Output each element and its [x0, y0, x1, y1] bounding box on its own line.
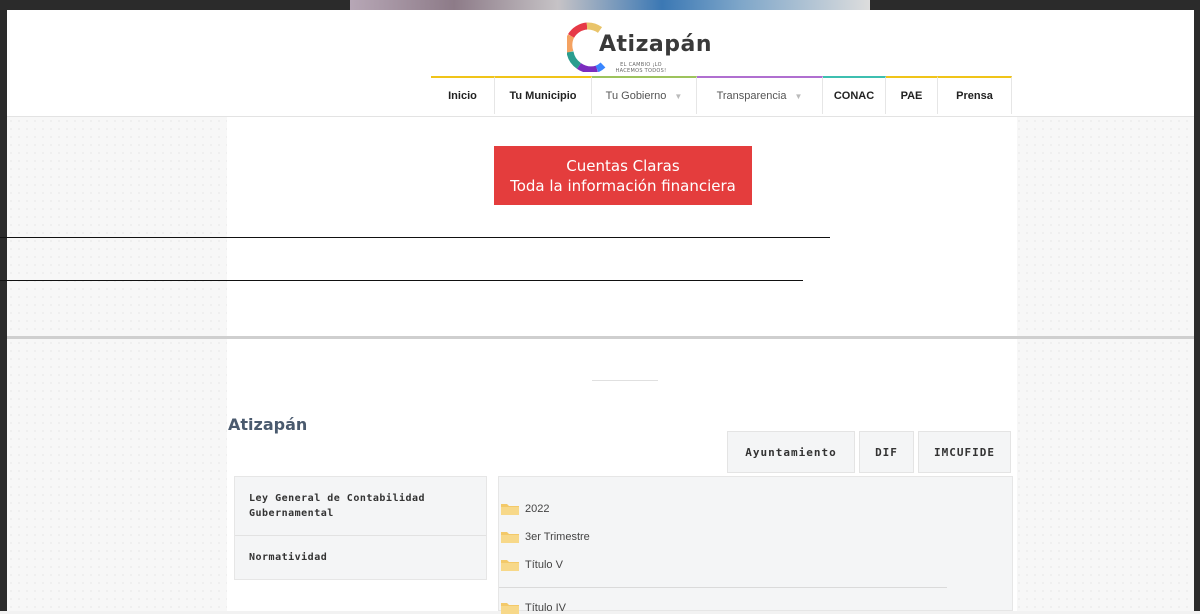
nav-item-inicio[interactable]: Inicio [431, 76, 495, 114]
tree-item-titulo-v[interactable]: Título V [501, 558, 563, 571]
nav-item-prensa[interactable]: Prensa [938, 76, 1012, 114]
entity-tabs: Ayuntamiento DIF IMCUFIDE [727, 431, 1011, 473]
folder-icon [501, 560, 519, 571]
window-frame-left [0, 10, 7, 611]
chevron-down-icon: ▼ [674, 91, 683, 101]
side-item-ley-general[interactable]: Ley General de Contabilidad Gubernamenta… [235, 477, 486, 536]
nav-label: Transparencia [716, 90, 787, 102]
tab-dif[interactable]: DIF [859, 431, 914, 473]
logo-wordmark: Atizapán [599, 32, 712, 57]
nav-item-pae[interactable]: PAE [886, 76, 938, 114]
nav-label: Tu Municipio [509, 90, 577, 102]
tree-item-titulo-iv[interactable]: Título IV [501, 601, 566, 614]
cta-title: Cuentas Claras [566, 156, 680, 175]
tab-ayuntamiento[interactable]: Ayuntamiento [727, 431, 855, 473]
nav-label: PAE [900, 90, 923, 102]
side-item-normatividad[interactable]: Normatividad [235, 536, 486, 579]
tab-imcufide[interactable]: IMCUFIDE [918, 431, 1011, 473]
atizapan-logo[interactable]: Atizapán EL CAMBIO ¡LO HACEMOS TODOS! [567, 18, 712, 76]
nav-item-tu-municipio[interactable]: Tu Municipio [495, 76, 592, 114]
nav-label: CONAC [833, 90, 875, 102]
window-frame-right [1194, 10, 1200, 611]
main-nav: Inicio Tu Municipio Tu Gobierno ▼ Transpa… [431, 76, 1012, 116]
header-photo-strip [350, 0, 870, 10]
logo-tagline: EL CAMBIO ¡LO HACEMOS TODOS! [615, 62, 667, 74]
tree-item-3er-trimestre[interactable]: 3er Trimestre [501, 530, 590, 543]
cuentas-claras-button[interactable]: Cuentas Claras Toda la información finan… [494, 146, 752, 205]
folder-icon [501, 532, 519, 543]
nav-item-tu-gobierno[interactable]: Tu Gobierno ▼ [592, 76, 697, 114]
site-header: Atizapán EL CAMBIO ¡LO HACEMOS TODOS! In… [7, 10, 1194, 117]
folder-tree: 2022 3er Trimestre Título V Título IV [498, 476, 1013, 614]
side-menu: Ley General de Contabilidad Gubernamenta… [234, 476, 487, 580]
nav-label: Tu Gobierno [605, 90, 667, 102]
tree-item-label: Título IV [525, 601, 566, 614]
chevron-down-icon: ▼ [794, 91, 803, 101]
tree-item-label: 2022 [525, 502, 550, 515]
browser-top-edge [0, 0, 1200, 10]
folder-icon [501, 603, 519, 614]
nav-label: Prensa [956, 90, 993, 102]
tree-item-label: 3er Trimestre [525, 530, 590, 543]
tree-item-2022[interactable]: 2022 [501, 502, 549, 515]
nav-label: Inicio [448, 90, 477, 102]
section-title: Atizapán [228, 415, 308, 434]
tree-item-label: Título V [525, 558, 563, 571]
nav-item-transparencia[interactable]: Transparencia ▼ [697, 76, 823, 114]
divider-line [0, 280, 803, 281]
nav-item-conac[interactable]: CONAC [823, 76, 886, 114]
site-page: Atizapán EL CAMBIO ¡LO HACEMOS TODOS! In… [0, 10, 1194, 614]
divider-line [0, 237, 830, 238]
folder-icon [501, 504, 519, 515]
tree-divider [499, 587, 947, 588]
cta-subtitle: Toda la información financiera [510, 176, 736, 195]
section-divider [592, 380, 658, 381]
